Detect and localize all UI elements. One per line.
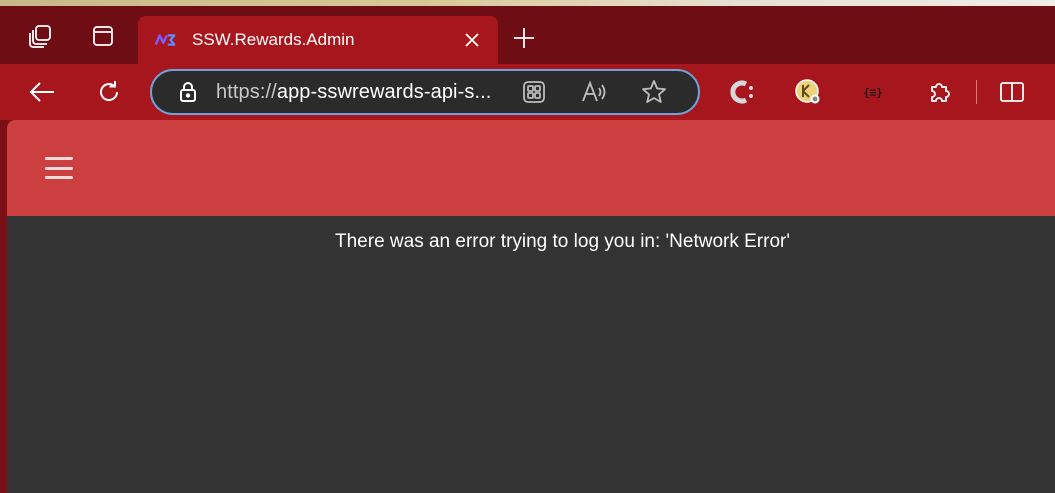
menu-icon-line <box>45 166 73 170</box>
login-error-message: There was an error trying to log you in:… <box>335 231 790 252</box>
extensions-button[interactable] <box>920 72 960 112</box>
hamburger-menu-button[interactable] <box>43 154 75 182</box>
plus-icon <box>514 28 534 48</box>
refresh-icon <box>100 81 119 101</box>
address-bar[interactable]: https://app-sswrewards-api-s... <box>150 69 700 115</box>
url-text[interactable]: https://app-sswrewards-api-s... <box>216 81 508 104</box>
workspaces-button[interactable] <box>20 18 60 58</box>
tab-bar: SSW.Rewards.Admin <box>0 6 1055 64</box>
browser-toolbar: https://app-sswrewards-api-s... {≡} <box>0 64 1055 120</box>
menu-icon-line <box>45 176 73 179</box>
app-available-icon[interactable] <box>514 72 554 112</box>
c-extension-icon[interactable] <box>722 72 762 112</box>
split-screen-button[interactable] <box>992 72 1032 112</box>
tab-title: SSW.Rewards.Admin <box>192 30 355 49</box>
menu-icon-line <box>45 157 73 160</box>
back-arrow-icon <box>29 82 54 102</box>
split-screen-icon <box>1000 82 1024 102</box>
lock-icon[interactable] <box>176 80 200 104</box>
back-button[interactable] <box>22 72 62 112</box>
app-bar <box>7 120 1055 216</box>
puzzle-icon <box>931 83 950 102</box>
read-aloud-icon[interactable] <box>574 72 614 112</box>
close-tab-button[interactable] <box>452 20 492 60</box>
keeper-extension-icon[interactable] <box>788 72 828 112</box>
active-tab[interactable]: SSW.Rewards.Admin <box>138 16 498 64</box>
page-viewport: There was an error trying to log you in:… <box>7 120 1055 493</box>
url-protocol: https:// <box>216 80 277 103</box>
new-tab-button[interactable] <box>504 18 544 58</box>
svg-text:{≡}: {≡} <box>863 86 883 99</box>
url-host: app-sswrewards-api-s... <box>276 80 492 103</box>
star-icon[interactable] <box>634 72 674 112</box>
toolbar-divider <box>976 80 977 104</box>
tab-actions-icon <box>91 24 115 53</box>
tab-actions-button[interactable] <box>83 18 123 58</box>
workspaces-icon <box>27 23 53 54</box>
ssw-rewards-logo-icon <box>154 30 178 50</box>
json-extension-icon[interactable]: {≡} <box>853 72 893 112</box>
close-icon <box>465 33 479 47</box>
refresh-button[interactable] <box>89 72 129 112</box>
